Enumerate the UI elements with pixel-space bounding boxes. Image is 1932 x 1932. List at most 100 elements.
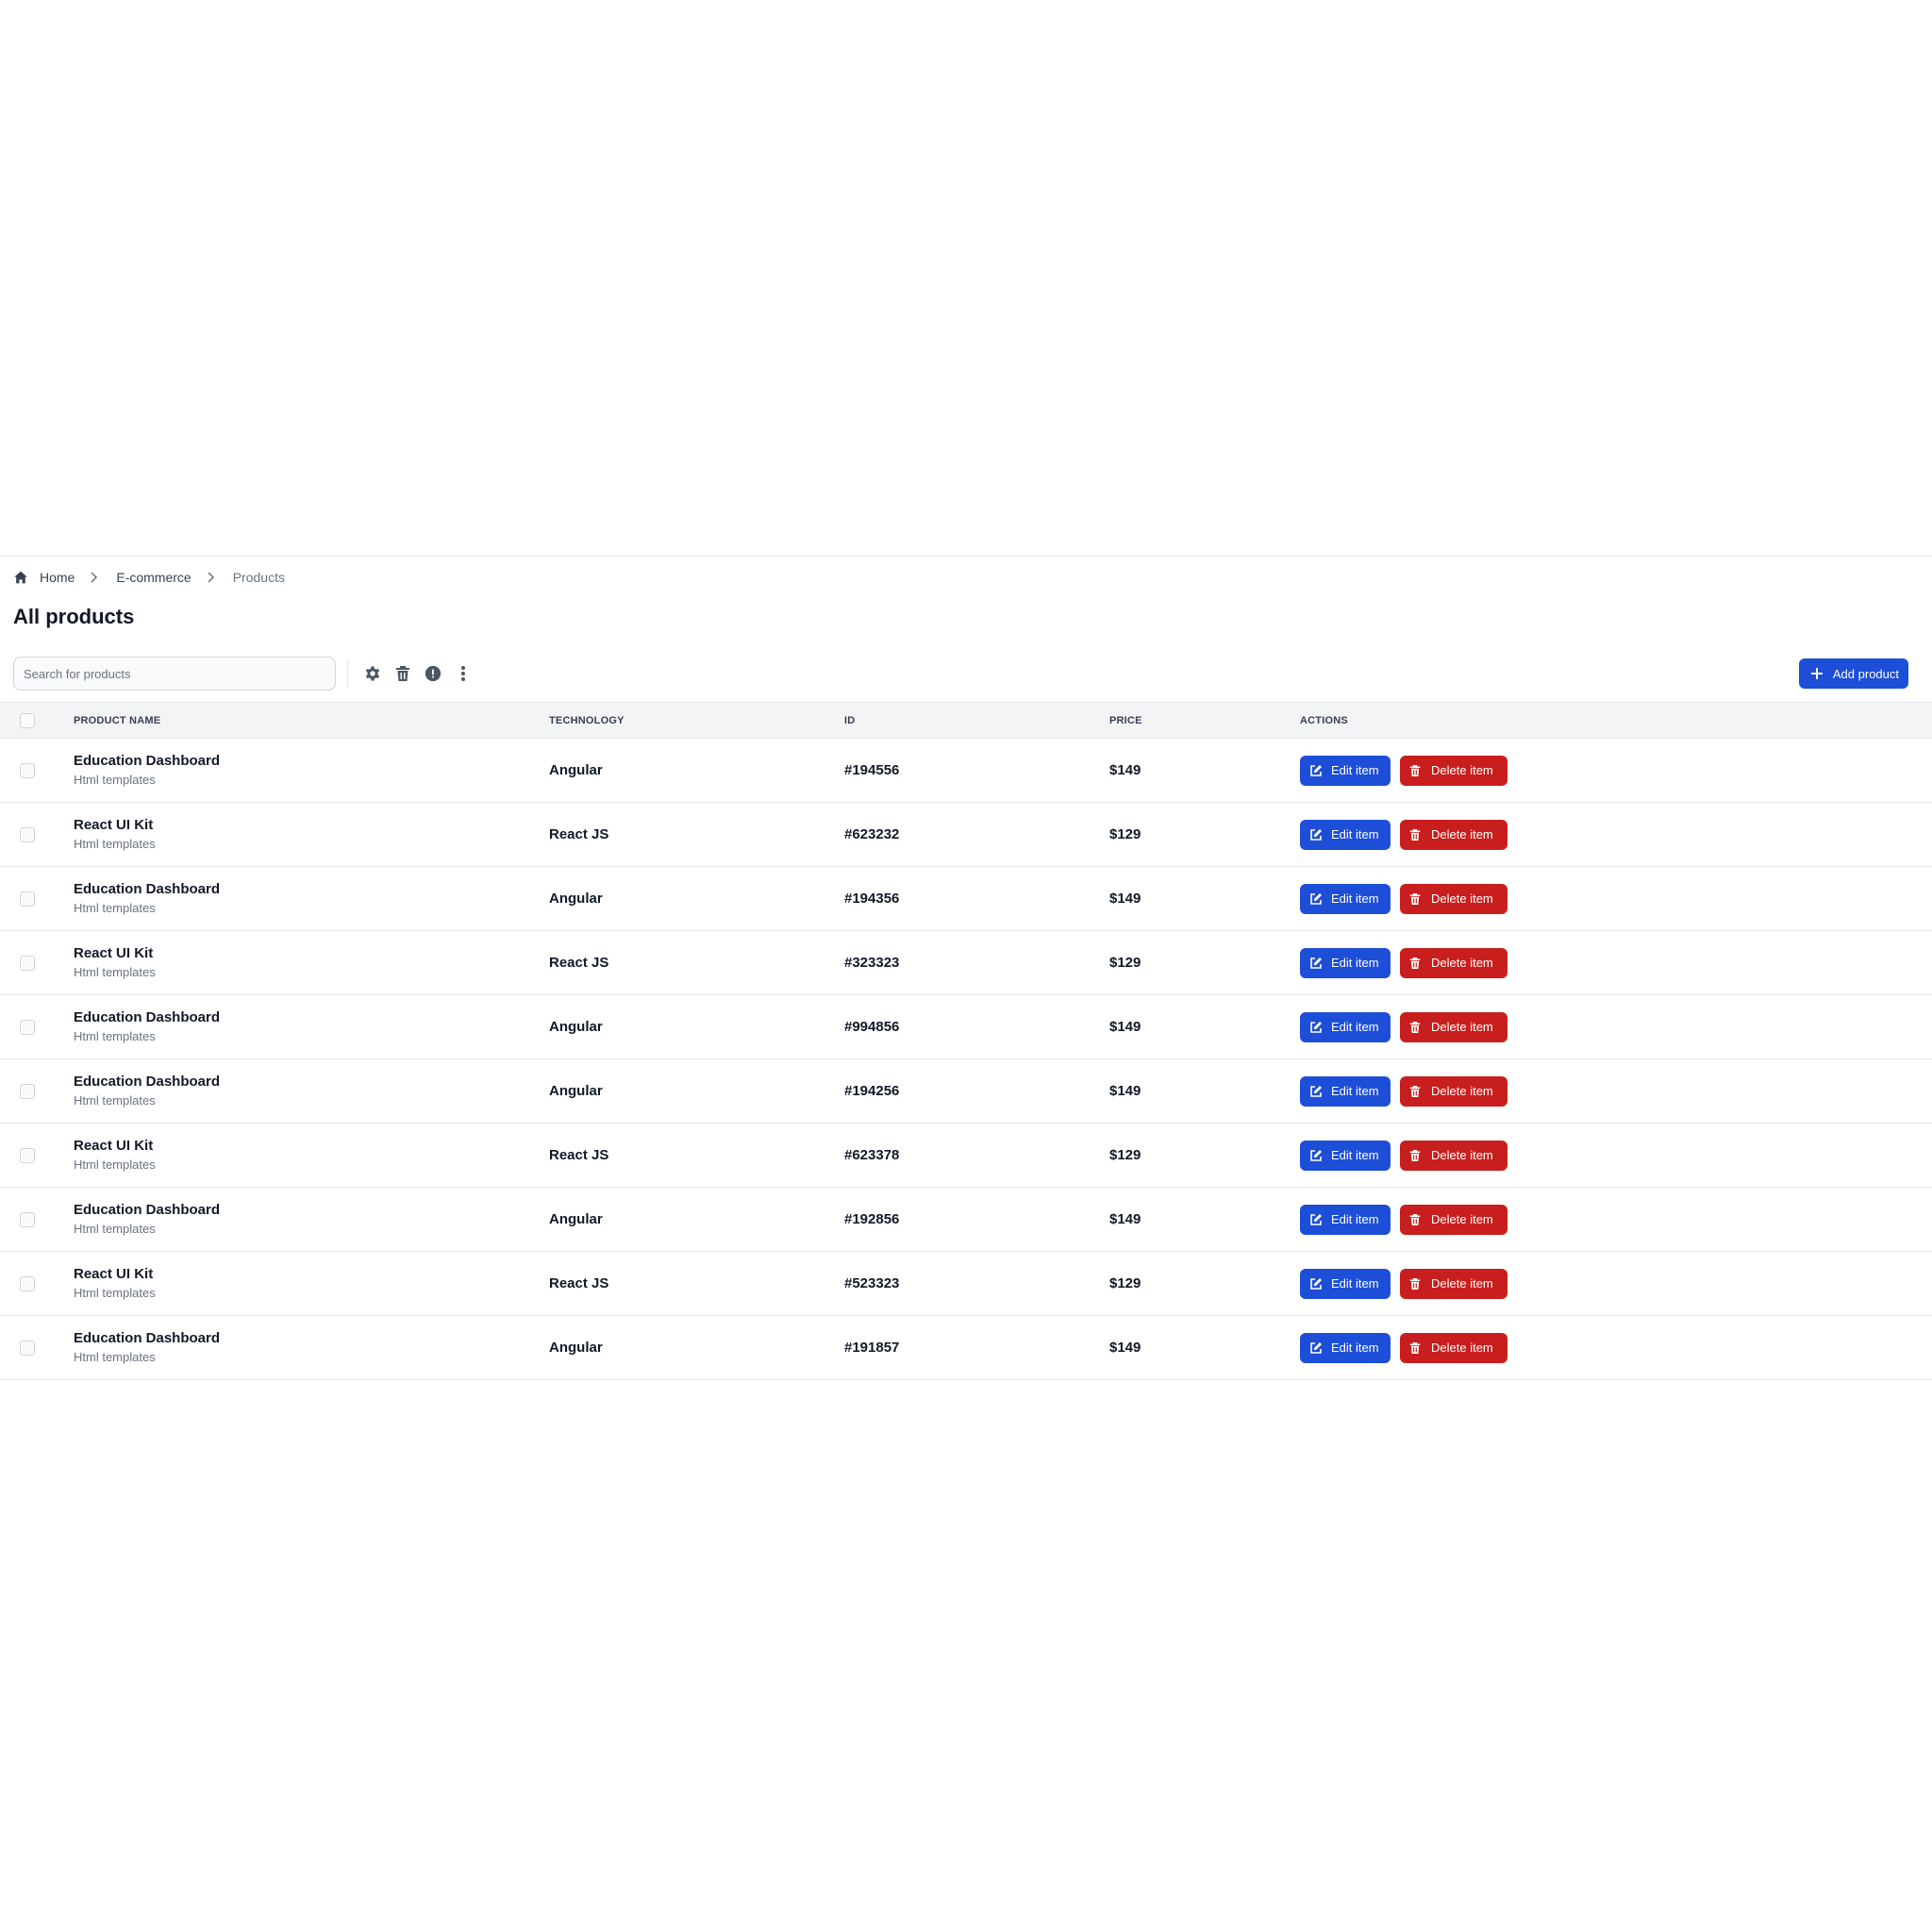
delete-item-button[interactable]: Delete item xyxy=(1400,755,1507,786)
add-product-button[interactable]: Add product xyxy=(1798,658,1908,689)
row-checkbox[interactable] xyxy=(20,1084,35,1100)
table-row: Education Dashboard Html templates Angul… xyxy=(0,1315,1932,1380)
edit-item-button[interactable]: Edit item xyxy=(1300,1011,1391,1042)
edit-icon xyxy=(1309,1277,1323,1291)
row-checkbox[interactable] xyxy=(20,827,35,843)
delete-item-button[interactable]: Delete item xyxy=(1400,1204,1507,1235)
breadcrumb-home[interactable]: Home xyxy=(13,570,75,585)
product-price: $149 xyxy=(1109,1187,1300,1252)
row-actions: Edit item Delete item xyxy=(1300,755,1932,786)
edit-item-button[interactable]: Edit item xyxy=(1300,1140,1391,1171)
edit-item-button[interactable]: Edit item xyxy=(1300,1268,1391,1299)
delete-item-button[interactable]: Delete item xyxy=(1400,1075,1507,1107)
row-actions: Edit item Delete item xyxy=(1300,1268,1932,1299)
alert-circle-icon[interactable] xyxy=(418,658,448,689)
trash-icon xyxy=(1409,1149,1423,1162)
table-row: React UI Kit Html templates React JS #62… xyxy=(0,802,1932,867)
trash-icon xyxy=(1409,1277,1423,1291)
table-header-row: PRODUCT NAME TECHNOLOGY ID PRICE ACTIONS xyxy=(0,702,1932,739)
gear-icon[interactable] xyxy=(358,658,388,689)
edit-item-button[interactable]: Edit item xyxy=(1300,755,1391,786)
delete-item-button[interactable]: Delete item xyxy=(1400,1332,1507,1363)
edit-icon xyxy=(1309,1149,1323,1162)
breadcrumb-ecommerce[interactable]: E-commerce xyxy=(116,570,191,585)
product-technology: Angular xyxy=(549,1315,844,1380)
delete-item-label: Delete item xyxy=(1431,1276,1493,1291)
row-checkbox[interactable] xyxy=(20,1212,35,1228)
table-row: Education Dashboard Html templates Angul… xyxy=(0,738,1932,803)
delete-item-button[interactable]: Delete item xyxy=(1400,947,1507,978)
product-category: Html templates xyxy=(74,1349,156,1364)
edit-item-button[interactable]: Edit item xyxy=(1300,1204,1391,1235)
product-id: #194556 xyxy=(844,738,1109,803)
select-all-checkbox[interactable] xyxy=(20,712,35,728)
column-header-technology[interactable]: TECHNOLOGY xyxy=(549,702,844,739)
product-technology: Angular xyxy=(549,1187,844,1252)
delete-item-label: Delete item xyxy=(1431,956,1493,970)
row-checkbox[interactable] xyxy=(20,1148,35,1164)
row-actions: Edit item Delete item xyxy=(1300,883,1932,914)
trash-icon xyxy=(1409,764,1423,777)
row-actions: Edit item Delete item xyxy=(1300,1332,1932,1363)
row-actions: Edit item Delete item xyxy=(1300,1140,1932,1171)
delete-item-button[interactable]: Delete item xyxy=(1400,883,1507,914)
product-category: Html templates xyxy=(74,836,156,851)
edit-icon xyxy=(1309,1213,1323,1226)
edit-item-label: Edit item xyxy=(1331,827,1379,841)
product-technology: React JS xyxy=(549,1123,844,1188)
edit-item-button[interactable]: Edit item xyxy=(1300,883,1391,914)
product-name: React UI Kit xyxy=(74,944,154,961)
row-checkbox[interactable] xyxy=(20,1276,35,1292)
row-checkbox[interactable] xyxy=(20,891,35,908)
edit-icon xyxy=(1309,957,1323,970)
product-category: Html templates xyxy=(74,1285,156,1300)
row-checkbox[interactable] xyxy=(20,956,35,972)
delete-item-button[interactable]: Delete item xyxy=(1400,1140,1507,1171)
edit-item-button[interactable]: Edit item xyxy=(1300,947,1391,978)
row-actions: Edit item Delete item xyxy=(1300,947,1932,978)
product-technology: React JS xyxy=(549,1251,844,1316)
edit-item-button[interactable]: Edit item xyxy=(1300,1075,1391,1107)
more-vertical-icon[interactable] xyxy=(448,658,478,689)
row-checkbox[interactable] xyxy=(20,763,35,779)
table-row: Education Dashboard Html templates Angul… xyxy=(0,866,1932,931)
row-actions: Edit item Delete item xyxy=(1300,819,1932,850)
top-empty-area xyxy=(0,0,1932,557)
edit-icon xyxy=(1309,828,1323,841)
plus-icon xyxy=(1810,667,1824,680)
delete-item-button[interactable]: Delete item xyxy=(1400,1011,1507,1042)
product-price: $129 xyxy=(1109,930,1300,995)
trash-icon xyxy=(1409,1021,1423,1034)
edit-item-label: Edit item xyxy=(1331,1341,1379,1355)
trash-icon[interactable] xyxy=(388,658,418,689)
edit-item-label: Edit item xyxy=(1331,1020,1379,1034)
row-actions: Edit item Delete item xyxy=(1300,1204,1932,1235)
column-header-price[interactable]: PRICE xyxy=(1109,702,1300,739)
edit-icon xyxy=(1309,892,1323,906)
product-category: Html templates xyxy=(74,964,156,979)
trash-icon xyxy=(1409,892,1423,906)
edit-item-button[interactable]: Edit item xyxy=(1300,819,1391,850)
edit-item-label: Edit item xyxy=(1331,1212,1379,1226)
product-technology: Angular xyxy=(549,994,844,1059)
delete-item-label: Delete item xyxy=(1431,1084,1493,1098)
breadcrumb: Home E-commerce Products xyxy=(13,557,1919,598)
edit-icon xyxy=(1309,764,1323,777)
product-price: $149 xyxy=(1109,1315,1300,1380)
delete-item-label: Delete item xyxy=(1431,1148,1493,1162)
column-header-id[interactable]: ID xyxy=(844,702,1109,739)
column-header-product-name[interactable]: PRODUCT NAME xyxy=(74,702,549,739)
search-input[interactable] xyxy=(13,657,336,691)
edit-item-label: Edit item xyxy=(1331,1084,1379,1098)
edit-icon xyxy=(1309,1341,1323,1355)
delete-item-button[interactable]: Delete item xyxy=(1400,1268,1507,1299)
row-checkbox[interactable] xyxy=(20,1341,35,1357)
product-category: Html templates xyxy=(74,1092,156,1108)
delete-item-button[interactable]: Delete item xyxy=(1400,819,1507,850)
edit-item-label: Edit item xyxy=(1331,891,1379,906)
edit-item-button[interactable]: Edit item xyxy=(1300,1332,1391,1363)
page: Home E-commerce Products All products Se… xyxy=(0,0,1932,1932)
toolbar: Add product xyxy=(13,645,1919,702)
row-checkbox[interactable] xyxy=(20,1020,35,1036)
product-price: $149 xyxy=(1109,1058,1300,1124)
